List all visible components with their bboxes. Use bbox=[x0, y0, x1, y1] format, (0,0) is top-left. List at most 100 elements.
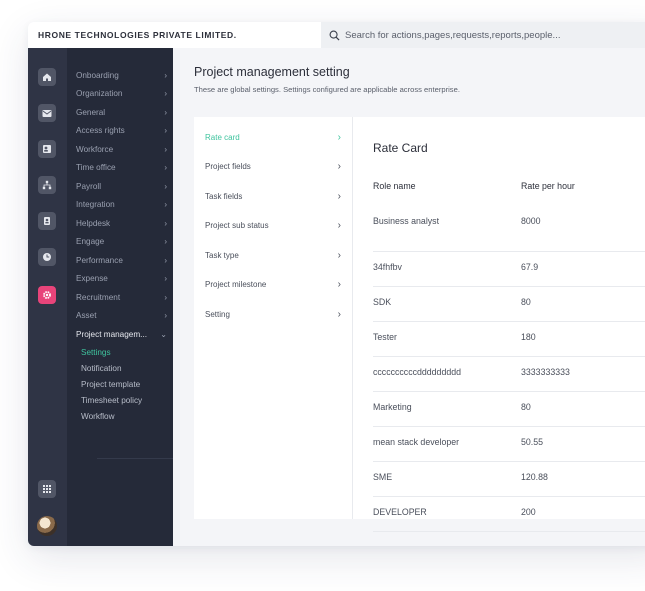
chevron-right-icon: › bbox=[164, 274, 167, 283]
table-row[interactable]: ccccccccccddddddddd 3333333333 bbox=[373, 357, 645, 392]
user-avatar[interactable] bbox=[37, 516, 57, 536]
top-bar: HRONE TECHNOLOGIES PRIVATE LIMITED. Sear… bbox=[28, 22, 645, 48]
chevron-right-icon: › bbox=[164, 181, 167, 191]
mail-icon[interactable] bbox=[38, 104, 56, 122]
chevron-right-icon: › bbox=[337, 220, 341, 231]
menu-item-label: Payroll bbox=[76, 181, 102, 191]
org-chart-icon[interactable] bbox=[38, 176, 56, 194]
chevron-right-icon: › bbox=[337, 308, 341, 320]
role-name: Tester bbox=[373, 332, 397, 342]
menu-item-organization[interactable]: Organization › bbox=[76, 87, 167, 101]
menu-item-time-office[interactable]: Time office › bbox=[76, 161, 167, 175]
menu-item-performance[interactable]: Performance › bbox=[76, 253, 167, 267]
menu-item-expense[interactable]: Expense › bbox=[76, 272, 167, 286]
table-row[interactable]: DEVELOPER 200 bbox=[373, 497, 645, 532]
rate-value: 80 bbox=[521, 402, 531, 412]
menu-item-general[interactable]: General › bbox=[76, 105, 167, 119]
menu-item-asset[interactable]: Asset › bbox=[76, 309, 167, 323]
menu-item-integration[interactable]: Integration › bbox=[76, 198, 167, 212]
menu-item-label: Helpdesk bbox=[76, 218, 111, 228]
nav-project-sub-status[interactable]: Project sub status › bbox=[205, 219, 341, 233]
chevron-right-icon: › bbox=[164, 107, 167, 117]
rate-value: 120.88 bbox=[521, 472, 548, 482]
submenu-item-settings[interactable]: Settings bbox=[81, 345, 111, 359]
chevron-right-icon: › bbox=[164, 200, 167, 209]
chevron-down-icon: ⌄ bbox=[160, 329, 167, 339]
rate-value: 80 bbox=[521, 297, 531, 307]
submenu-item-timesheet-policy[interactable]: Timesheet policy bbox=[81, 393, 142, 407]
submenu-item-project-template[interactable]: Project template bbox=[81, 377, 140, 391]
nav-label: Task fields bbox=[205, 191, 243, 201]
menu-item-label: Integration bbox=[76, 200, 115, 209]
settings-gear-icon[interactable] bbox=[38, 286, 56, 304]
menu-item-label: Access rights bbox=[76, 126, 125, 135]
nav-label: Rate card bbox=[205, 132, 240, 142]
nav-label: Project milestone bbox=[205, 280, 267, 289]
table-row[interactable]: SME 120.88 bbox=[373, 462, 645, 497]
role-name: ccccccccccddddddddd bbox=[373, 367, 462, 377]
role-name: DEVELOPER bbox=[373, 507, 427, 517]
chevron-right-icon: › bbox=[164, 218, 167, 228]
rate-value: 50.55 bbox=[521, 437, 544, 447]
rate-value: 200 bbox=[521, 507, 536, 517]
clock-icon[interactable] bbox=[38, 248, 56, 266]
menu-item-label: Workforce bbox=[76, 144, 114, 154]
table-row[interactable]: SDK 80 bbox=[373, 287, 645, 322]
menu-item-label: Project managem... bbox=[76, 329, 147, 339]
chevron-right-icon: › bbox=[164, 311, 167, 320]
nav-label: Task type bbox=[205, 250, 239, 260]
chevron-right-icon: › bbox=[164, 89, 167, 98]
nav-setting[interactable]: Setting › bbox=[205, 307, 341, 321]
menu-item-access-rights[interactable]: Access rights › bbox=[76, 124, 167, 138]
menu-item-label: Onboarding bbox=[76, 70, 119, 80]
chevron-right-icon: › bbox=[337, 249, 341, 261]
menu-item-recruitment[interactable]: Recruitment › bbox=[76, 290, 167, 304]
column-header-role: Role name bbox=[373, 181, 416, 191]
role-name: 34fhfbv bbox=[373, 262, 402, 272]
app-window: HRONE TECHNOLOGIES PRIVATE LIMITED. Sear… bbox=[28, 22, 645, 546]
chevron-right-icon: › bbox=[164, 126, 167, 135]
submenu-item-notification[interactable]: Notification bbox=[81, 361, 122, 375]
search-placeholder[interactable]: Search for actions,pages,requests,report… bbox=[345, 30, 560, 41]
menu-item-payroll[interactable]: Payroll › bbox=[76, 179, 167, 193]
chevron-right-icon: › bbox=[337, 190, 341, 202]
table-row[interactable]: Marketing 80 bbox=[373, 392, 645, 427]
chevron-right-icon: › bbox=[337, 161, 341, 172]
nav-project-milestone[interactable]: Project milestone › bbox=[205, 278, 341, 292]
table-row[interactable]: mean stack developer 50.55 bbox=[373, 427, 645, 462]
settings-nav: Rate card › Project fields › Task fields › … bbox=[194, 117, 353, 519]
role-name: SDK bbox=[373, 297, 392, 307]
nav-task-fields[interactable]: Task fields › bbox=[205, 189, 341, 203]
home-icon[interactable] bbox=[38, 68, 56, 86]
table-row[interactable]: Tester 180 bbox=[373, 322, 645, 357]
user-badge-icon[interactable] bbox=[38, 212, 56, 230]
table-row[interactable]: 34fhfbv 67.9 bbox=[373, 252, 645, 287]
rate-value: 8000 bbox=[521, 216, 541, 226]
nav-rate-card[interactable]: Rate card › bbox=[205, 130, 341, 144]
role-name: mean stack developer bbox=[373, 437, 460, 447]
apps-grid-icon[interactable] bbox=[38, 480, 56, 498]
menu-item-onboarding[interactable]: Onboarding › bbox=[76, 68, 167, 82]
chevron-right-icon: › bbox=[164, 70, 167, 80]
chevron-right-icon: › bbox=[337, 131, 341, 143]
page-title: Project management setting bbox=[194, 65, 350, 79]
menu-item-engage[interactable]: Engage › bbox=[76, 235, 167, 249]
nav-label: Project fields bbox=[205, 162, 251, 171]
menu-item-helpdesk[interactable]: Helpdesk › bbox=[76, 216, 167, 230]
menu-item-project-management[interactable]: Project managem... ⌄ bbox=[76, 327, 167, 341]
rate-card-title: Rate Card bbox=[373, 141, 428, 155]
menu-item-label: Performance bbox=[76, 255, 123, 265]
role-name: Business analyst bbox=[373, 216, 440, 226]
nav-task-type[interactable]: Task type › bbox=[205, 248, 341, 262]
table-row[interactable]: Business analyst 8000 bbox=[373, 216, 645, 252]
global-search[interactable]: Search for actions,pages,requests,report… bbox=[321, 22, 645, 48]
menu-item-label: Asset bbox=[76, 311, 97, 320]
contacts-icon[interactable] bbox=[38, 140, 56, 158]
submenu-item-workflow[interactable]: Workflow bbox=[81, 409, 115, 423]
menu-item-workforce[interactable]: Workforce › bbox=[76, 142, 167, 156]
menu-item-label: Expense bbox=[76, 274, 108, 283]
chevron-right-icon: › bbox=[164, 237, 167, 246]
company-name: HRONE TECHNOLOGIES PRIVATE LIMITED. bbox=[38, 30, 237, 40]
nav-project-fields[interactable]: Project fields › bbox=[205, 160, 341, 174]
settings-side-menu: Onboarding › Organization › General › Acces… bbox=[67, 48, 173, 546]
